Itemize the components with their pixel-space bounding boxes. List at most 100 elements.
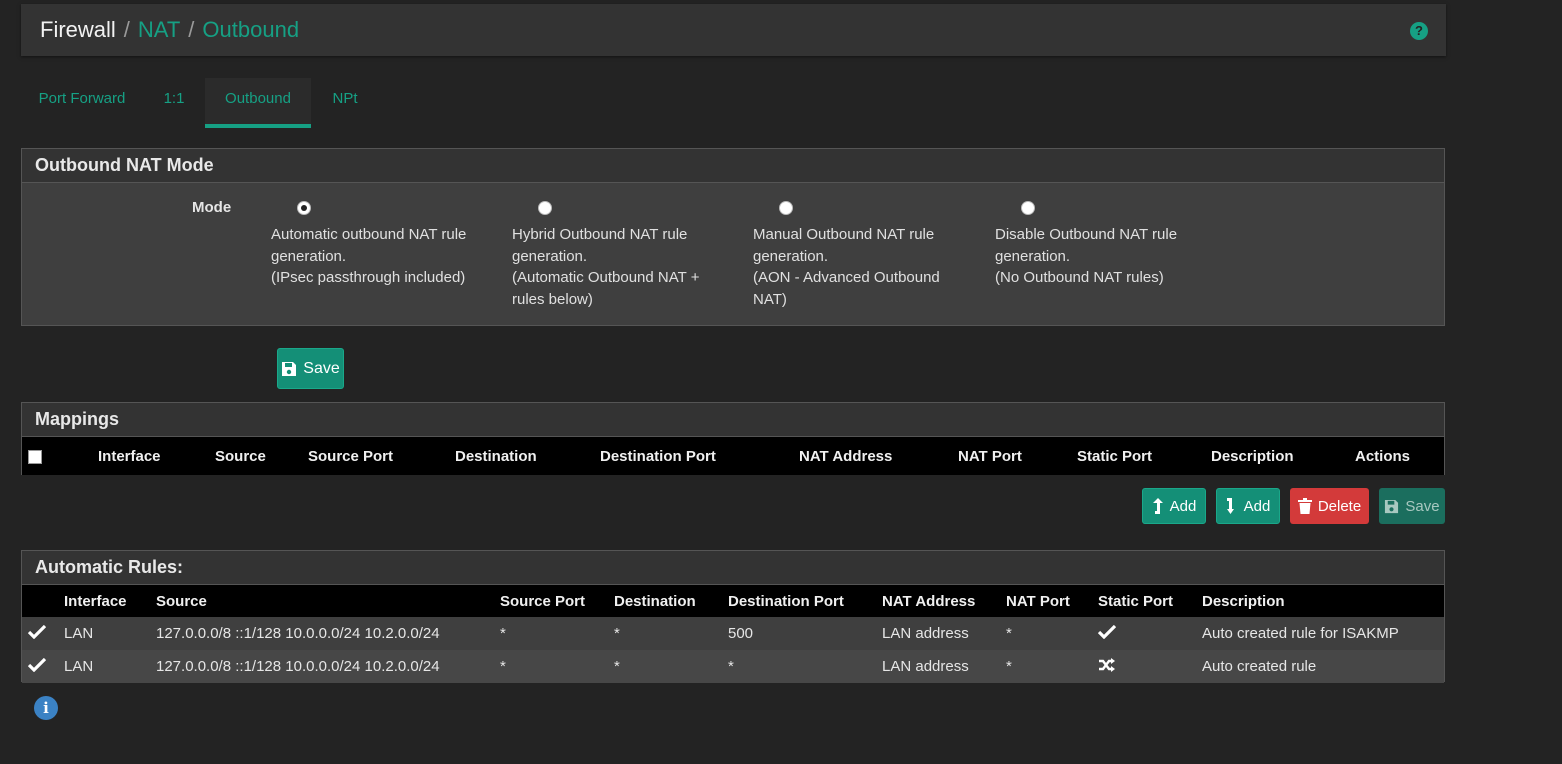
- cell-destination: *: [614, 617, 728, 650]
- col-destination[interactable]: Destination: [455, 437, 600, 475]
- tab-port-forward[interactable]: Port Forward: [21, 78, 143, 124]
- mode-label: Mode: [192, 199, 232, 216]
- radio-manual[interactable]: [779, 201, 793, 215]
- cell-interface: LAN: [64, 650, 156, 683]
- panel-title: Mappings: [22, 403, 1444, 437]
- table-header-row: Interface Source Source Port Destination…: [22, 437, 1444, 475]
- option-text: generation.: [753, 247, 829, 265]
- check-icon: [27, 657, 47, 672]
- col-nat-port[interactable]: NAT Port: [958, 437, 1077, 475]
- col-static-port: Static Port: [1098, 585, 1202, 617]
- option-text: (Automatic Outbound NAT +: [512, 269, 700, 286]
- option-text: generation.: [271, 247, 347, 265]
- option-text: generation.: [512, 247, 588, 265]
- cell-destination-port: *: [728, 650, 882, 683]
- trash-icon: [1297, 498, 1312, 514]
- cell-interface: LAN: [64, 617, 156, 650]
- mode-option-manual[interactable]: Manual Outbound NAT rule generation. (AO…: [753, 201, 973, 310]
- breadcrumb: Firewall / NAT / Outbound: [40, 17, 299, 43]
- option-text: Manual Outbound NAT rule: [753, 226, 935, 243]
- automatic-rules-panel: Automatic Rules: Interface Source Source…: [21, 550, 1445, 683]
- mode-option-hybrid[interactable]: Hybrid Outbound NAT rule generation. (Au…: [512, 201, 732, 310]
- arrow-turn-down-icon: [1226, 498, 1234, 514]
- info-icon[interactable]: i: [34, 696, 58, 720]
- option-text: generation.: [995, 247, 1071, 265]
- option-text: Disable Outbound NAT rule: [995, 226, 1178, 243]
- mode-option-automatic[interactable]: Automatic outbound NAT rule generation. …: [271, 201, 491, 289]
- option-text: (AON - Advanced Outbound: [753, 269, 940, 286]
- panel-title: Outbound NAT Mode: [22, 149, 1444, 183]
- page-header: Firewall / NAT / Outbound ?: [21, 4, 1446, 56]
- col-actions: Actions: [1355, 437, 1444, 475]
- add-bottom-button[interactable]: Add: [1216, 488, 1280, 524]
- table-row: LAN 127.0.0.0/8 ::1/128 10.0.0.0/24 10.2…: [22, 617, 1444, 650]
- cell-source-port: *: [500, 617, 614, 650]
- cell-nat-address: LAN address: [882, 617, 1006, 650]
- status-cell: [22, 650, 64, 683]
- delete-label: Delete: [1317, 497, 1362, 515]
- breadcrumb-outbound[interactable]: Outbound: [202, 17, 299, 42]
- tab-npt[interactable]: NPt: [319, 78, 371, 124]
- col-source-port[interactable]: Source Port: [308, 437, 455, 475]
- col-nat-address[interactable]: NAT Address: [799, 437, 958, 475]
- help-icon[interactable]: ?: [1410, 22, 1428, 40]
- add-top-button[interactable]: Add: [1142, 488, 1206, 524]
- cell-static-port: [1097, 617, 1202, 650]
- cell-static-port: [1098, 650, 1202, 683]
- mappings-panel: Mappings Interface Source Source Port De…: [21, 402, 1445, 475]
- status-cell: [22, 617, 64, 650]
- col-description[interactable]: Description: [1211, 437, 1355, 475]
- col-description: Description: [1202, 585, 1444, 617]
- col-nat-port: NAT Port: [1006, 585, 1098, 617]
- col-source[interactable]: Source: [215, 437, 308, 475]
- breadcrumb-separator: /: [188, 17, 195, 42]
- floppy-icon: [282, 361, 297, 376]
- cell-description: Auto created rule for ISAKMP: [1202, 617, 1444, 650]
- save-mappings-button[interactable]: Save: [1379, 488, 1445, 524]
- option-text: Automatic outbound NAT rule: [271, 226, 467, 243]
- cell-source: 127.0.0.0/8 ::1/128 10.0.0.0/24 10.2.0.0…: [156, 650, 500, 683]
- breadcrumb-firewall: Firewall: [40, 17, 116, 42]
- cell-destination-port: 500: [728, 617, 882, 650]
- panel-title: Automatic Rules:: [22, 551, 1444, 585]
- radio-hybrid[interactable]: [538, 201, 552, 215]
- col-destination-port[interactable]: Destination Port: [600, 437, 799, 475]
- save-mappings-label: Save: [1405, 497, 1440, 515]
- col-destination: Destination: [614, 585, 728, 617]
- check-icon: [1097, 624, 1117, 639]
- cell-nat-port: *: [1006, 650, 1098, 683]
- mode-option-disable[interactable]: Disable Outbound NAT rule generation. (N…: [995, 201, 1215, 289]
- option-text: Hybrid Outbound NAT rule: [512, 226, 688, 243]
- col-interface[interactable]: Interface: [98, 437, 215, 475]
- breadcrumb-separator: /: [123, 17, 130, 42]
- tab-one-to-one[interactable]: 1:1: [151, 78, 197, 124]
- delete-button[interactable]: Delete: [1290, 488, 1369, 524]
- col-static-port[interactable]: Static Port: [1077, 437, 1211, 475]
- option-text: rules below): [512, 290, 593, 308]
- option-text: NAT): [753, 290, 787, 308]
- radio-automatic[interactable]: [297, 201, 311, 215]
- tab-outbound[interactable]: Outbound: [205, 78, 311, 128]
- add-top-label: Add: [1169, 497, 1197, 515]
- radio-disable[interactable]: [1021, 201, 1035, 215]
- shuffle-icon: [1099, 657, 1115, 672]
- add-bottom-label: Add: [1243, 497, 1271, 515]
- floppy-icon: [1385, 499, 1399, 513]
- table-row: LAN 127.0.0.0/8 ::1/128 10.0.0.0/24 10.2…: [22, 650, 1444, 683]
- option-text: (IPsec passthrough included): [271, 269, 466, 286]
- cell-nat-address: LAN address: [882, 650, 1006, 683]
- select-all-checkbox[interactable]: [28, 449, 42, 464]
- arrow-turn-up-icon: [1152, 498, 1163, 514]
- outbound-nat-mode-panel: Outbound NAT Mode Mode Automatic outboun…: [21, 148, 1445, 326]
- option-text: (No Outbound NAT rules): [995, 269, 1164, 286]
- save-mode-button[interactable]: Save: [277, 348, 344, 389]
- select-all-cell: [22, 437, 98, 475]
- col-interface: Interface: [64, 585, 156, 617]
- col-nat-address: NAT Address: [882, 585, 1006, 617]
- col-status: [22, 585, 64, 617]
- check-icon: [27, 624, 47, 639]
- table-header-row: Interface Source Source Port Destination…: [22, 585, 1444, 617]
- save-label: Save: [303, 359, 340, 377]
- col-source: Source: [156, 585, 500, 617]
- breadcrumb-nat[interactable]: NAT: [138, 17, 180, 42]
